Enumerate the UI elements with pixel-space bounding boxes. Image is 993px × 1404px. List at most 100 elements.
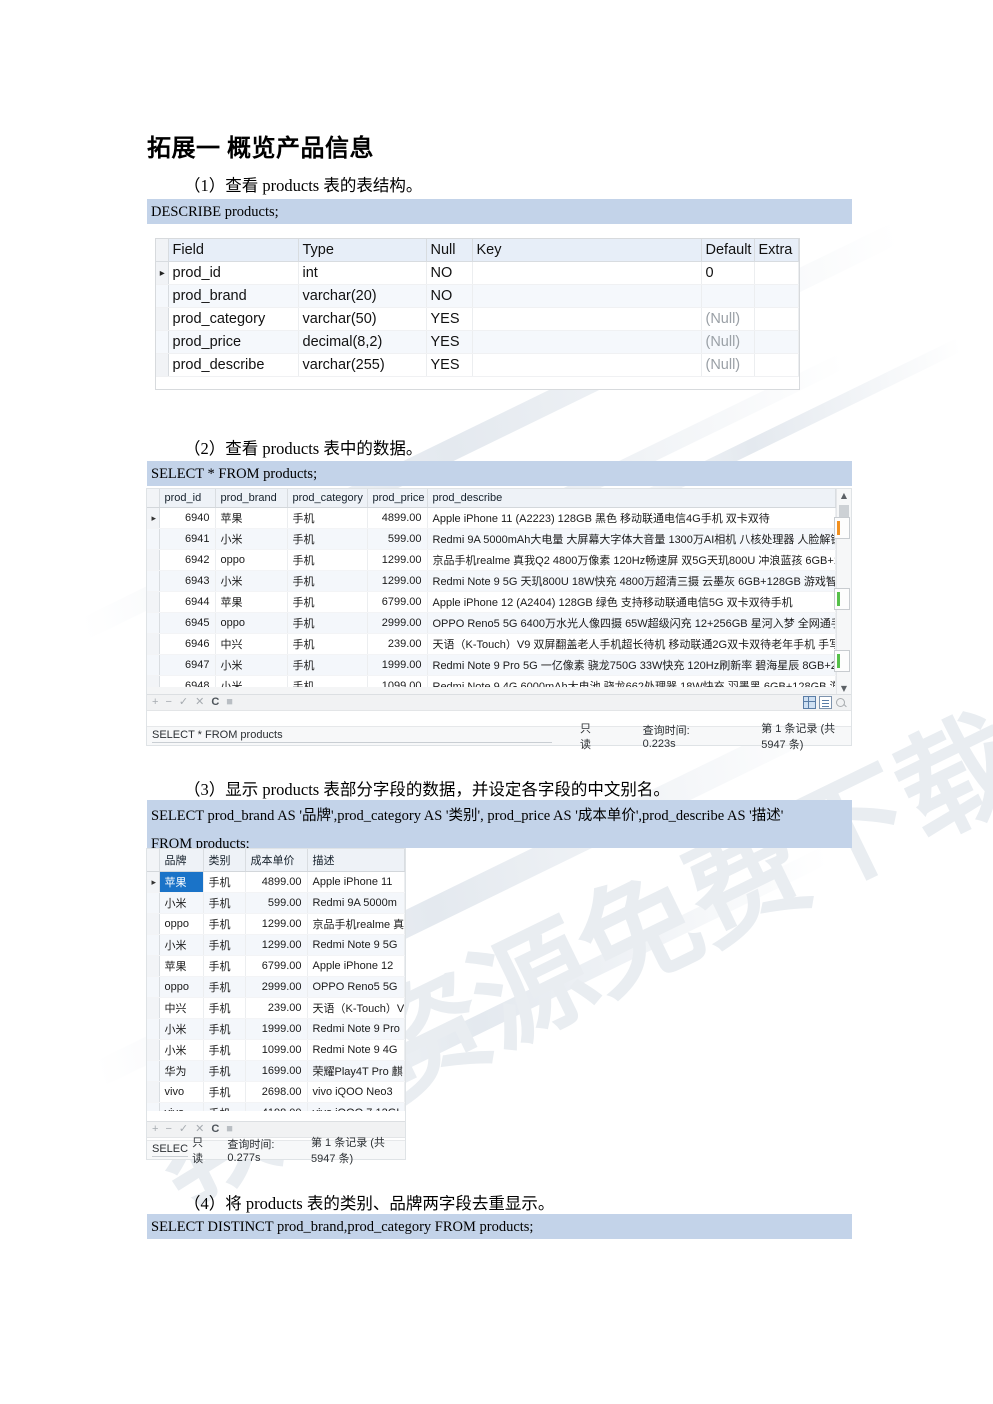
cell-category[interactable]: 手机 xyxy=(203,1039,246,1061)
table-row[interactable]: 中兴 手机 239.00 天语（K-Touch）V xyxy=(147,997,405,1019)
cell-default[interactable]: 0 xyxy=(701,261,755,285)
cell-default[interactable] xyxy=(701,284,755,308)
cell-prod-brand[interactable]: 中兴 xyxy=(215,633,288,655)
table-row[interactable]: prod_describe varchar(255) YES (Null) xyxy=(156,353,799,377)
cell-price[interactable]: 1299.00 xyxy=(245,913,308,935)
grid-scroll-area-1[interactable]: prod_id prod_brand prod_category prod_pr… xyxy=(147,489,836,696)
stop-icon[interactable]: ■ xyxy=(226,1124,233,1135)
table-row[interactable]: 小米 手机 1099.00 Redmi Note 9 4G xyxy=(147,1039,405,1061)
table-row[interactable]: 6943 小米 手机 1299.00 Redmi Note 9 5G 天玑800U 18… xyxy=(147,570,836,592)
cell-type[interactable]: varchar(50) xyxy=(298,307,427,331)
column-header-type[interactable]: Type xyxy=(298,239,427,262)
cell-describe[interactable]: 天语（K-Touch）V xyxy=(307,997,405,1019)
cell-key[interactable] xyxy=(472,307,702,331)
cell-describe[interactable]: 京品手机realme 真 xyxy=(307,913,405,935)
cell-prod-describe[interactable]: 京品手机realme 真我Q2 4800万像素 120Hz畅速屏 双5G天玑80… xyxy=(427,549,836,571)
add-record-icon[interactable]: + xyxy=(152,1124,158,1135)
cell-category[interactable]: 手机 xyxy=(203,1081,246,1103)
cell-category[interactable]: 手机 xyxy=(203,871,246,893)
cell-prod-price[interactable]: 1999.00 xyxy=(367,654,428,676)
table-row[interactable]: ▸ prod_id int NO 0 xyxy=(156,261,799,285)
cell-null[interactable]: NO xyxy=(426,284,473,308)
cell-brand[interactable]: 小米 xyxy=(159,1018,204,1040)
cell-category[interactable]: 手机 xyxy=(203,1060,246,1082)
cell-prod-describe[interactable]: Redmi Note 9 5G 天玑800U 18W快充 4800万超清三摄 云… xyxy=(427,570,836,592)
column-header-prod-brand[interactable]: prod_brand xyxy=(215,489,288,508)
grid-scroll-area-2[interactable]: 品牌 类别 成本单价 描述 ▸ 苹果 手机 4899.00 Apple iPhone 1… xyxy=(147,849,405,1111)
cell-prod-category[interactable]: 手机 xyxy=(287,528,368,550)
cell-prod-brand[interactable]: 小米 xyxy=(215,528,288,550)
column-header-brand[interactable]: 品牌 xyxy=(159,849,204,872)
result-grid-window-1[interactable]: prod_id prod_brand prod_category prod_pr… xyxy=(146,488,852,751)
cell-key[interactable] xyxy=(472,353,702,377)
table-row[interactable]: 6942 oppo 手机 1299.00 京品手机realme 真我Q2 4800万像素… xyxy=(147,549,836,571)
cell-prod-describe[interactable]: Redmi 9A 5000mAh大电量 大屏幕大字体大音量 1300万AI相机 … xyxy=(427,528,836,550)
cell-prod-describe[interactable]: Redmi Note 9 Pro 5G 一亿像素 骁龙750G 33W快充 12… xyxy=(427,654,836,676)
table-row[interactable]: 6945 oppo 手机 2999.00 OPPO Reno5 5G 6400万水光人像… xyxy=(147,612,836,634)
cell-category[interactable]: 手机 xyxy=(203,976,246,998)
cell-category[interactable]: 手机 xyxy=(203,1102,246,1111)
cell-type[interactable]: int xyxy=(298,261,427,285)
cell-prod-id[interactable]: 6941 xyxy=(159,528,216,550)
column-header-category[interactable]: 类别 xyxy=(203,849,246,872)
cell-prod-id[interactable]: 6947 xyxy=(159,654,216,676)
cell-prod-describe[interactable]: Apple iPhone 12 (A2404) 128GB 绿色 支持移动联通电… xyxy=(427,591,836,613)
column-header-prod-price[interactable]: prod_price xyxy=(367,489,428,508)
cell-category[interactable]: 手机 xyxy=(203,1018,246,1040)
table-row[interactable]: 6941 小米 手机 599.00 Redmi 9A 5000mAh大电量 大屏幕大字体… xyxy=(147,528,836,550)
cell-describe[interactable]: OPPO Reno5 5G xyxy=(307,976,405,998)
column-header-field[interactable]: Field xyxy=(168,239,299,262)
cell-describe[interactable]: Apple iPhone 12 xyxy=(307,955,405,977)
result-grid-window-2[interactable]: 品牌 类别 成本单价 描述 ▸ 苹果 手机 4899.00 Apple iPhone 1… xyxy=(146,848,406,1165)
scroll-up-arrow-icon[interactable]: ▲ xyxy=(837,489,851,503)
cell-describe[interactable]: Redmi Note 9 Pro xyxy=(307,1018,405,1040)
cell-category[interactable]: 手机 xyxy=(203,892,246,914)
table-row[interactable]: 华为 手机 1699.00 荣耀Play4T Pro 麒 xyxy=(147,1060,405,1082)
cell-field[interactable]: prod_brand xyxy=(168,284,299,308)
cell-field[interactable]: prod_price xyxy=(168,330,299,354)
confirm-edit-icon[interactable]: ✓ xyxy=(179,1124,188,1135)
cell-price[interactable]: 4198.00 xyxy=(245,1102,308,1111)
cell-null[interactable]: NO xyxy=(426,261,473,285)
cell-category[interactable]: 手机 xyxy=(203,997,246,1019)
remove-record-icon[interactable]: − xyxy=(165,1124,171,1135)
cell-prod-id[interactable]: 6945 xyxy=(159,612,216,634)
column-header-prod-id[interactable]: prod_id xyxy=(159,489,216,508)
cell-prod-price[interactable]: 1299.00 xyxy=(367,570,428,592)
cell-prod-describe[interactable]: 天语（K-Touch）V9 双屏翻盖老人手机超长待机 移动联通2G双卡双待老年手… xyxy=(427,633,836,655)
form-view-icon[interactable] xyxy=(819,696,832,709)
table-row[interactable]: 苹果 手机 6799.00 Apple iPhone 12 xyxy=(147,955,405,977)
cell-prod-brand[interactable]: 苹果 xyxy=(215,591,288,613)
cell-prod-category[interactable]: 手机 xyxy=(287,591,368,613)
cell-price[interactable]: 1999.00 xyxy=(245,1018,308,1040)
cell-prod-describe[interactable]: OPPO Reno5 5G 6400万水光人像四摄 65W超级闪充 12+256… xyxy=(427,612,836,634)
cell-prod-category[interactable]: 手机 xyxy=(287,654,368,676)
cell-price[interactable]: 4899.00 xyxy=(245,871,308,893)
cell-prod-describe[interactable]: Apple iPhone 11 (A2223) 128GB 黑色 移动联通电信4… xyxy=(427,507,836,529)
cell-price[interactable]: 1699.00 xyxy=(245,1060,308,1082)
cell-null[interactable]: YES xyxy=(426,353,473,377)
search-icon[interactable] xyxy=(835,697,847,709)
cell-price[interactable]: 1299.00 xyxy=(245,934,308,956)
cell-prod-price[interactable]: 239.00 xyxy=(367,633,428,655)
cell-describe[interactable]: Redmi Note 9 4G xyxy=(307,1039,405,1061)
cell-price[interactable]: 6799.00 xyxy=(245,955,308,977)
cell-describe[interactable]: Redmi Note 9 5G xyxy=(307,934,405,956)
cell-key[interactable] xyxy=(472,261,702,285)
cell-null[interactable]: YES xyxy=(426,330,473,354)
cell-prod-category[interactable]: 手机 xyxy=(287,612,368,634)
table-row[interactable]: oppo 手机 2999.00 OPPO Reno5 5G xyxy=(147,976,405,998)
table-row[interactable]: vivo 手机 2698.00 vivo iQOO Neo3 xyxy=(147,1081,405,1103)
grid-toolbar-1[interactable]: + − ✓ ✕ C ■ xyxy=(147,694,851,711)
column-header-key[interactable]: Key xyxy=(472,239,702,262)
cell-prod-id[interactable]: 6943 xyxy=(159,570,216,592)
cell-extra[interactable] xyxy=(754,284,799,308)
column-header-prod-category[interactable]: prod_category xyxy=(287,489,368,508)
table-row[interactable]: 小米 手机 1299.00 Redmi Note 9 5G xyxy=(147,934,405,956)
cell-brand[interactable]: 苹果 xyxy=(159,871,204,893)
table-row[interactable]: prod_price decimal(8,2) YES (Null) xyxy=(156,330,799,354)
cell-null[interactable]: YES xyxy=(426,307,473,331)
table-row[interactable]: vivo手机4198.00vivo iQOO 7 12GI xyxy=(147,1102,405,1111)
table-row[interactable]: ▸ 苹果 手机 4899.00 Apple iPhone 11 xyxy=(147,871,405,893)
cell-default[interactable]: (Null) xyxy=(701,307,755,331)
